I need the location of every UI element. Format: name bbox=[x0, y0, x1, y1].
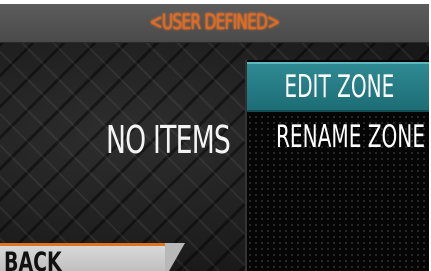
back-button-label: BACK bbox=[4, 247, 62, 271]
menu-item-edit-zone[interactable]: EDIT ZONE bbox=[247, 62, 429, 112]
zone-context-menu: EDIT ZONE RENAME ZONE bbox=[245, 60, 429, 271]
empty-list-message: NO ITEMS bbox=[106, 118, 231, 162]
menu-item-label: EDIT ZONE bbox=[284, 69, 394, 105]
header-bar: <USER DEFINED> bbox=[0, 4, 429, 43]
device-screen: <USER DEFINED> NO ITEMS BACK EDIT ZONE R… bbox=[0, 4, 429, 271]
page-title: <USER DEFINED> bbox=[149, 10, 280, 34]
menu-item-label: RENAME ZONE bbox=[275, 119, 426, 155]
back-button[interactable]: BACK bbox=[0, 243, 185, 271]
menu-item-rename-zone[interactable]: RENAME ZONE bbox=[247, 114, 429, 160]
